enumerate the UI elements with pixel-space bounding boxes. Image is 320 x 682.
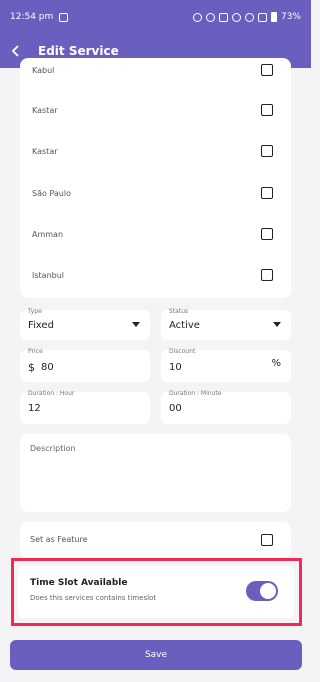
wifi-icon [244,12,254,22]
price-value: 80 [41,362,54,373]
chevron-down-icon [273,322,281,327]
time-slot-title: Time Slot Available [30,578,128,588]
type-label: Type [28,308,42,315]
notification-icon [59,12,69,22]
vibrate-icon [218,12,228,22]
duration-hour-label: Duration : Hour [28,390,75,397]
city-item[interactable]: Amman [20,224,291,244]
city-checkbox[interactable] [261,187,273,199]
city-item[interactable]: São Paulo [20,183,291,203]
status-value: Active [169,320,200,331]
battery-icon [270,12,277,22]
toggle-knob [260,583,276,599]
time-slot-row: Time Slot Available Does this services c… [18,566,294,618]
chevron-down-icon [132,322,140,327]
city-checkbox[interactable] [261,145,273,157]
duration-hour-value: 12 [28,403,41,414]
status-select[interactable]: Status Active [161,308,291,340]
duration-hour-input[interactable]: Duration : Hour 12 [20,390,150,424]
city-checkbox[interactable] [261,228,273,240]
percent-suffix: % [271,358,281,369]
city-label: Kabul [32,65,55,75]
city-label: São Paulo [32,188,71,198]
alarm-icon [192,12,202,22]
discount-input[interactable]: Discount 10 % [161,348,291,382]
type-select[interactable]: Type Fixed [20,308,150,340]
page-title: Edit Service [38,44,119,58]
location-icon [205,12,215,22]
city-item[interactable]: Kabul [20,60,291,80]
city-item[interactable]: Istanbul [20,265,291,285]
duration-minute-value: 00 [169,403,182,414]
feature-label: Set as Feature [30,535,88,544]
price-label: Price [28,348,43,355]
status-label: Status [169,308,189,315]
duration-minute-label: Duration : Minute [169,390,222,397]
save-button[interactable]: Save [10,640,302,670]
city-list: Kabul Kastar Kastar São Paulo Amman Ista… [20,58,291,298]
city-checkbox[interactable] [261,269,273,281]
data-saver-icon [231,12,241,22]
signal-icon [257,12,267,22]
time-slot-toggle[interactable] [246,581,278,601]
city-label: Kastar [32,146,58,156]
status-time: 12:54 pm [10,12,54,22]
city-label: Amman [32,229,64,239]
duration-minute-input[interactable]: Duration : Minute 00 [161,390,291,424]
description-label: Description [30,444,76,453]
city-checkbox[interactable] [261,64,273,76]
city-item[interactable]: Kastar [20,100,291,120]
price-input[interactable]: Price $ 80 [20,348,150,382]
city-label: Kastar [32,105,58,115]
battery-percent: 73% [280,12,301,22]
feature-checkbox[interactable] [261,534,273,546]
type-value: Fixed [28,320,54,331]
city-checkbox[interactable] [261,104,273,116]
feature-row[interactable]: Set as Feature [20,522,291,558]
discount-label: Discount [169,348,196,355]
city-item[interactable]: Kastar [20,141,291,161]
status-bar: 12:54 pm 73% [0,0,311,34]
time-slot-subtitle: Does this services contains timeslot [30,594,157,602]
city-label: Istanbul [32,270,65,280]
currency-symbol: $ [28,361,35,374]
discount-value: 10 [169,362,182,373]
description-textarea[interactable]: Description [20,434,291,512]
